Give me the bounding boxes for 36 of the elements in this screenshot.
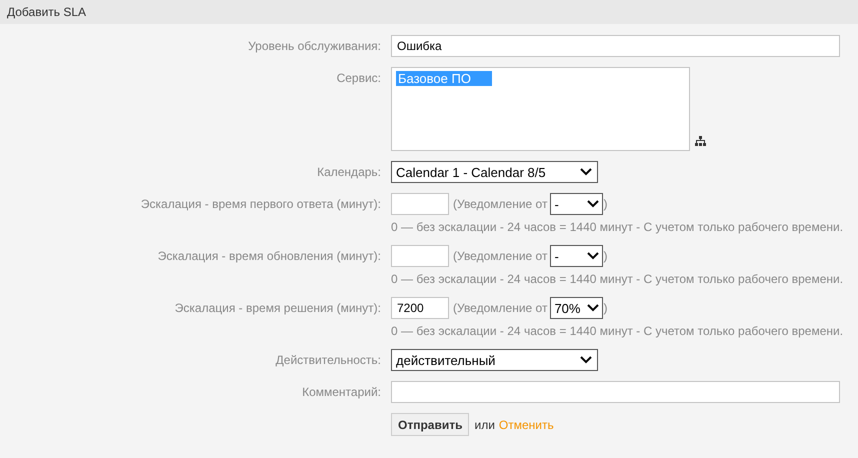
notify-dropdown[interactable]: -	[550, 245, 604, 267]
minutes-field[interactable]	[391, 193, 449, 215]
field-label: Календарь:	[316, 164, 382, 181]
chevron-icon	[587, 304, 600, 312]
chevron-icon	[587, 200, 600, 208]
notify-dropdown[interactable]: -	[550, 193, 604, 215]
chevron-icon	[580, 356, 592, 364]
field-hint: 0 — без эскалации - 24 часов = 1440 минут - С учетом только рабочего времени.	[391, 272, 844, 286]
page-title: Добавить SLA	[7, 5, 86, 19]
minutes-field[interactable]: 7200	[391, 297, 449, 319]
chevron-icon	[587, 252, 600, 260]
hierarchy-icon[interactable]	[695, 136, 706, 146]
field-label: Сервис:	[336, 70, 382, 87]
field-label: Уровень обслуживания:	[247, 38, 382, 55]
chevron-icon	[580, 168, 592, 176]
minutes-field[interactable]	[391, 245, 449, 267]
field-label: Эскалация - время первого ответа (минут):	[140, 196, 382, 213]
notify-dropdown[interactable]: 70%	[550, 297, 604, 319]
text-field[interactable]	[391, 381, 840, 403]
notify-label: (Уведомление от	[453, 249, 548, 263]
paren-text: )	[603, 301, 608, 315]
field-label: Эскалация - время решения (минут):	[174, 300, 382, 317]
paren-text: )	[603, 197, 608, 211]
notify-label: (Уведомление от	[453, 301, 548, 315]
field-label: Действительность:	[274, 352, 382, 369]
submit-button[interactable]: Отправить	[391, 413, 470, 436]
field-hint: 0 — без эскалации - 24 часов = 1440 минут - С учетом только рабочего времени.	[391, 220, 844, 234]
notify-label: (Уведомление от	[453, 197, 548, 211]
field-hint: 0 — без эскалации - 24 часов = 1440 минут - С учетом только рабочего времени.	[391, 324, 844, 338]
dropdown[interactable]: Calendar 1 - Calendar 8/5	[391, 161, 598, 183]
dropdown[interactable]: действительный	[391, 349, 598, 371]
paren-text: )	[603, 249, 608, 263]
text-field[interactable]: Ошибка	[391, 35, 840, 57]
or-text: или	[474, 418, 495, 432]
field-label: Комментарий:	[301, 384, 382, 401]
field-label: Эскалация - время обновления (минут):	[156, 248, 382, 265]
